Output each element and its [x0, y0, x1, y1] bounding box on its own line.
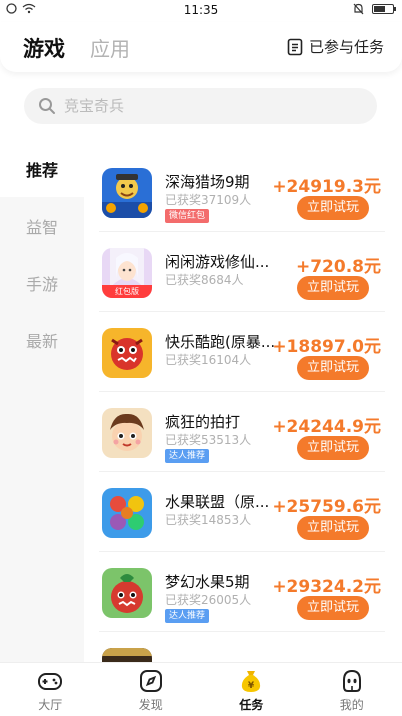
- red-packet-version-tag: 红包版: [102, 285, 152, 298]
- status-bar: 11:35: [0, 0, 402, 22]
- sidebar-item-puzzle[interactable]: 益智: [0, 197, 84, 254]
- try-now-button[interactable]: 立即试玩: [297, 596, 369, 620]
- winners-count: 已获奖14853人: [165, 513, 252, 527]
- document-icon: [287, 38, 303, 55]
- list-item[interactable]: 梦幻水果5期 已获奖26005人 达人推荐 +29324.2元 立即试玩: [99, 552, 385, 632]
- list-item[interactable]: 深海猎场9期 已获奖37109人 微信红包 +24919.3元 立即试玩: [99, 152, 385, 232]
- happy-parkour-game-icon: [102, 328, 152, 378]
- profile-face-icon: [342, 669, 361, 692]
- gamepad-icon: [38, 673, 63, 690]
- winners-count: 已获奖37109人: [165, 193, 252, 207]
- crazy-slap-game-icon: [102, 408, 152, 458]
- winners-count: 已获奖8684人: [165, 273, 244, 287]
- top-tab-bar: 游戏 应用 已参与任务: [0, 22, 402, 72]
- sidebar-item-mobile-games[interactable]: 手游: [0, 254, 84, 311]
- expert-recommend-badge: 达人推荐: [165, 609, 210, 623]
- winners-count: 已获奖16104人: [165, 353, 252, 367]
- joined-tasks-label: 已参与任务: [308, 38, 384, 56]
- wechat-red-packet-badge: 微信红包: [165, 209, 210, 223]
- list-item[interactable]: 红包版 闲闲游戏修仙... 已获奖8684人 +720.8元 立即试玩: [99, 232, 385, 312]
- dream-fruit-game-icon: [102, 568, 152, 618]
- game-title: 深海猎场9期: [165, 173, 250, 191]
- money-bag-icon: ¥: [242, 671, 261, 692]
- bottom-navigation: 大厅 发现 ¥ 任务 我的: [0, 662, 402, 716]
- list-item[interactable]: 快乐酷跑(原暴... 已获奖16104人 +18897.0元 立即试玩: [99, 312, 385, 392]
- game-title: 快乐酷跑(原暴...: [165, 333, 276, 351]
- nav-tasks-label: 任务: [239, 698, 264, 712]
- try-now-button[interactable]: 立即试玩: [297, 356, 369, 380]
- compass-icon: [139, 670, 162, 692]
- game-task-list: 深海猎场9期 已获奖37109人 微信红包 +24919.3元 立即试玩 红包版…: [99, 152, 385, 662]
- status-icons-right: [353, 3, 396, 15]
- list-item[interactable]: 疯狂的拍打 已获奖53513人 达人推荐 +24244.9元 立即试玩: [99, 392, 385, 472]
- sidebar-item-recommended[interactable]: 推荐: [0, 140, 84, 197]
- game-title: 疯狂的拍打: [165, 413, 241, 431]
- nav-discover-label: 发现: [138, 698, 163, 712]
- fruit-alliance-game-icon: [102, 488, 152, 538]
- xianxian-cultivation-game-icon: 红包版: [102, 248, 152, 298]
- list-item-partial[interactable]: [99, 632, 385, 662]
- game-icon-partial: [102, 648, 152, 662]
- reward-amount: +29324.2元: [272, 577, 381, 597]
- nav-tasks[interactable]: ¥ 任务: [201, 663, 302, 716]
- battery-icon: [372, 4, 396, 14]
- nav-profile[interactable]: 我的: [302, 663, 402, 716]
- reward-amount: +720.8元: [295, 257, 381, 277]
- reward-amount: +18897.0元: [272, 337, 381, 357]
- expert-recommend-badge: 达人推荐: [165, 449, 210, 463]
- sidebar-item-newest[interactable]: 最新: [0, 311, 84, 368]
- winners-count: 已获奖53513人: [165, 433, 252, 447]
- deep-sea-hunt-game-icon: [102, 168, 152, 218]
- reward-amount: +24244.9元: [272, 417, 381, 437]
- joined-tasks-button[interactable]: 已参与任务: [287, 36, 384, 57]
- mute-bell-icon: [353, 3, 364, 15]
- game-title: 梦幻水果5期: [165, 573, 250, 591]
- list-item[interactable]: 水果联盟（原... 已获奖14853人 +25759.6元 立即试玩: [99, 472, 385, 552]
- reward-amount: +24919.3元: [272, 177, 381, 197]
- game-title: 水果联盟（原...: [165, 493, 270, 511]
- game-title: 闲闲游戏修仙...: [165, 253, 270, 271]
- tab-games[interactable]: 游戏: [23, 33, 65, 63]
- nav-profile-label: 我的: [339, 698, 364, 712]
- nav-lobby-label: 大厅: [38, 698, 63, 712]
- try-now-button[interactable]: 立即试玩: [297, 516, 369, 540]
- try-now-button[interactable]: 立即试玩: [297, 196, 369, 220]
- tab-games-label: 游戏: [23, 37, 65, 61]
- try-now-button[interactable]: 立即试玩: [297, 436, 369, 460]
- search-icon: [39, 98, 55, 114]
- category-sidebar: 推荐 益智 手游 最新: [0, 140, 84, 662]
- search-input[interactable]: [64, 97, 344, 115]
- search-bar[interactable]: [24, 88, 377, 124]
- nav-lobby[interactable]: 大厅: [0, 663, 101, 716]
- nav-discover[interactable]: 发现: [101, 663, 202, 716]
- reward-amount: +25759.6元: [272, 497, 381, 517]
- try-now-button[interactable]: 立即试玩: [297, 276, 369, 300]
- svg-text:¥: ¥: [248, 681, 255, 691]
- tab-apps[interactable]: 应用: [90, 33, 130, 62]
- winners-count: 已获奖26005人: [165, 593, 252, 607]
- status-time: 11:35: [183, 3, 219, 17]
